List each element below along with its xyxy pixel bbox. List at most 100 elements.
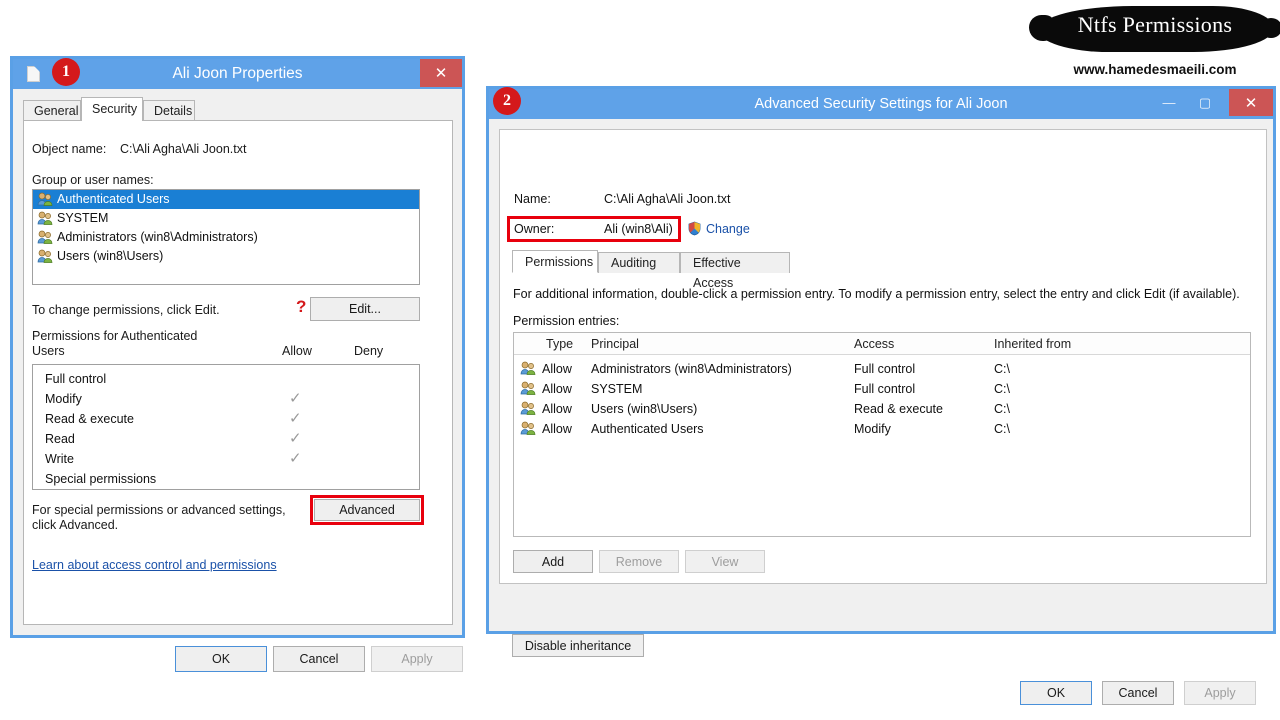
cell-type: Allow (542, 362, 572, 376)
advanced-tabstrip: Permissions Auditing Effective Access (512, 250, 1252, 290)
tab-effective-access[interactable]: Effective Access (680, 252, 790, 290)
tab-security[interactable]: Security (81, 97, 143, 121)
disable-inheritance-button[interactable]: Disable inheritance (512, 634, 644, 657)
close-button[interactable]: ✕ (1229, 89, 1273, 116)
watermark-title: Ntfs Permissions (1077, 12, 1233, 37)
cell-principal: SYSTEM (591, 382, 643, 396)
security-tab-pane: Object name: C:\Ali Agha\Ali Joon.txt Gr… (23, 120, 453, 625)
table-row[interactable]: Allow Users (win8\Users) Read & execute … (514, 399, 1250, 419)
minimize-button[interactable]: — (1153, 89, 1185, 116)
allow-check-icon: ✓ (289, 410, 302, 427)
cell-principal: Authenticated Users (591, 422, 704, 436)
view-button: View (685, 550, 765, 573)
shield-icon (687, 221, 702, 236)
cell-inherited-from: C:\ (994, 402, 1010, 416)
step-badge-2: 2 (493, 87, 521, 115)
step-badge-1: 1 (52, 58, 80, 86)
permission-row[interactable]: Write ✓ (33, 449, 419, 469)
cell-inherited-from: C:\ (994, 422, 1010, 436)
tab-auditing[interactable]: Auditing (598, 252, 680, 273)
grid-header-row: Type Principal Access Inherited from (514, 333, 1250, 355)
users-group-icon (520, 361, 536, 376)
list-item[interactable]: Authenticated Users (33, 190, 419, 209)
advanced-content-panel: Name: C:\Ali Agha\Ali Joon.txt Owner: Al… (499, 129, 1267, 584)
table-row[interactable]: Allow SYSTEM Full control C:\ (514, 379, 1250, 399)
list-item[interactable]: Administrators (win8\Administrators) (33, 228, 419, 247)
properties-title: Ali Joon Properties (172, 65, 303, 82)
ok-button[interactable]: OK (1020, 681, 1092, 705)
group-or-user-names-label: Group or user names: (32, 173, 154, 187)
permissions-for-label-line1: Permissions for Authenticated (32, 329, 198, 343)
column-header-inherited-from: Inherited from (994, 337, 1072, 351)
column-allow-label: Allow (282, 344, 312, 358)
permission-name: Read (45, 432, 75, 446)
permission-entries-grid[interactable]: Type Principal Access Inherited from All… (513, 332, 1251, 537)
permission-row[interactable]: Read & execute ✓ (33, 409, 419, 429)
permission-row[interactable]: Modify ✓ (33, 389, 419, 409)
cell-access: Read & execute (854, 402, 943, 416)
cancel-button[interactable]: Cancel (1102, 681, 1174, 705)
permission-name: Read & execute (45, 412, 134, 426)
users-group-icon (520, 381, 536, 396)
column-deny-label: Deny (354, 344, 384, 358)
column-header-access: Access (854, 337, 895, 351)
list-item[interactable]: Users (win8\Users) (33, 247, 419, 266)
column-header-principal: Principal (591, 337, 639, 351)
info-text: For additional information, double-click… (513, 287, 1240, 301)
users-group-icon (37, 211, 53, 226)
permission-row[interactable]: Read ✓ (33, 429, 419, 449)
cell-type: Allow (542, 402, 572, 416)
table-row[interactable]: Allow Administrators (win8\Administrator… (514, 359, 1250, 379)
change-owner-link[interactable]: Change (706, 222, 750, 236)
table-row[interactable]: Allow Authenticated Users Modify C:\ (514, 419, 1250, 439)
list-item[interactable]: SYSTEM (33, 209, 419, 228)
properties-tabstrip: General Security Details (23, 97, 453, 121)
cell-principal: Users (win8\Users) (591, 402, 698, 416)
remove-button: Remove (599, 550, 679, 573)
permission-row[interactable]: Special permissions (33, 469, 419, 489)
cell-inherited-from: C:\ (994, 382, 1010, 396)
list-item-label: Authenticated Users (57, 192, 170, 206)
tab-permissions[interactable]: Permissions (512, 250, 598, 273)
cell-type: Allow (542, 382, 572, 396)
cell-access: Full control (854, 362, 916, 376)
permissions-listbox[interactable]: Full control Modify ✓ Read & execute ✓ R… (32, 364, 420, 490)
question-mark-annotation: ? (296, 297, 307, 316)
name-value: C:\Ali Agha\Ali Joon.txt (604, 192, 731, 206)
permission-name: Modify (45, 392, 82, 406)
cancel-button[interactable]: Cancel (273, 646, 365, 672)
maximize-button[interactable]: ▢ (1189, 89, 1221, 116)
apply-button: Apply (1184, 681, 1256, 705)
users-group-icon (37, 192, 53, 207)
advanced-hint-line2: click Advanced. (32, 518, 119, 532)
allow-check-icon: ✓ (289, 430, 302, 447)
permission-name: Special permissions (45, 472, 157, 486)
permission-name: Full control (45, 372, 107, 386)
cell-access: Modify (854, 422, 891, 436)
cell-type: Allow (542, 422, 572, 436)
add-button[interactable]: Add (513, 550, 593, 573)
learn-about-access-control-link[interactable]: Learn about access control and permissio… (32, 558, 277, 572)
permission-name: Write (45, 452, 74, 466)
cell-principal: Administrators (win8\Administrators) (591, 362, 792, 376)
edit-button[interactable]: Edit... (310, 297, 420, 321)
edit-hint-label: To change permissions, click Edit. (32, 303, 220, 317)
close-button[interactable]: ✕ (420, 59, 462, 87)
advanced-button-annotation (310, 495, 424, 525)
advanced-security-dialog: Advanced Security Settings for Ali Joon … (486, 86, 1276, 705)
advanced-titlebar: Advanced Security Settings for Ali Joon … (489, 89, 1273, 119)
watermark-url: www.hamedesmaeili.com (1073, 62, 1237, 77)
ok-button[interactable]: OK (175, 646, 267, 672)
tab-details[interactable]: Details (143, 100, 195, 121)
watermark: Ntfs Permissions www.hamedesmaeili.com (1029, 4, 1280, 84)
users-group-icon (520, 421, 536, 436)
tab-general[interactable]: General (23, 100, 81, 121)
cell-access: Full control (854, 382, 916, 396)
permissions-for-label-line2: Users (32, 344, 65, 358)
allow-check-icon: ✓ (289, 390, 302, 407)
name-label: Name: (514, 192, 551, 206)
group-user-listbox[interactable]: Authenticated Users SYSTEM Administrator… (32, 189, 420, 285)
users-group-icon (37, 249, 53, 264)
permission-row[interactable]: Full control (33, 369, 419, 389)
allow-check-icon: ✓ (289, 450, 302, 467)
